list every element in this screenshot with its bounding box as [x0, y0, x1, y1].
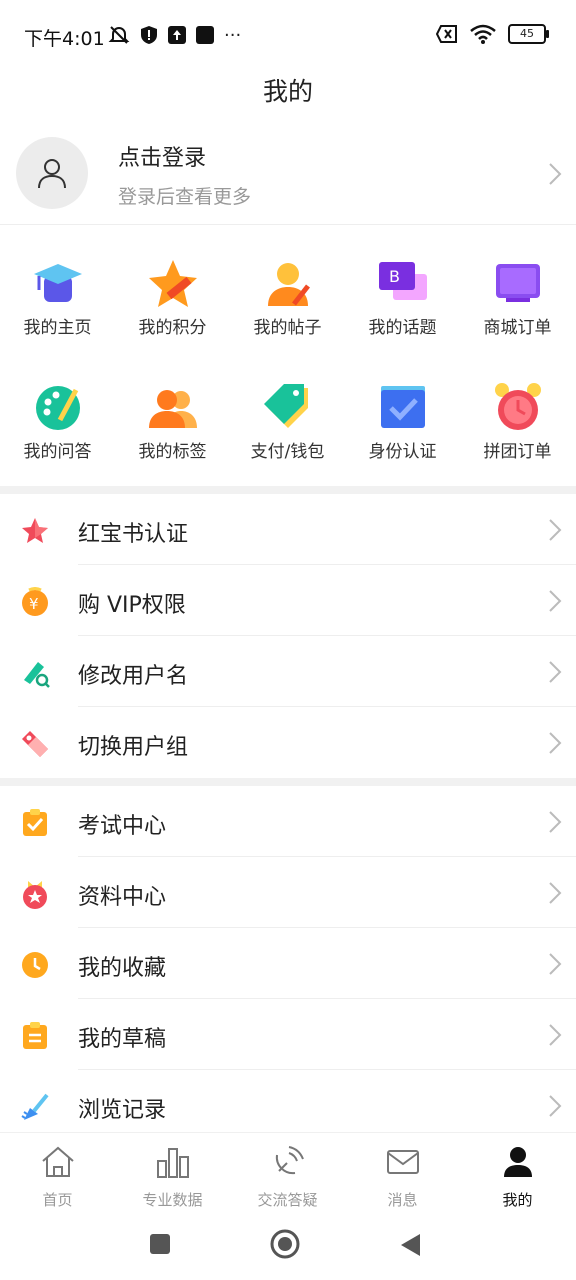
- mail-icon: [386, 1150, 419, 1174]
- chevron-right-icon: [549, 661, 562, 683]
- status-bar: 下午4:01 ··· 45: [0, 0, 576, 70]
- tv-icon: [495, 264, 540, 302]
- chevron-right-icon: [549, 519, 562, 541]
- tag-icon: [22, 731, 48, 757]
- app-square-icon: [196, 26, 214, 44]
- broom-icon: [21, 1093, 49, 1120]
- grid-item-mall-orders[interactable]: 商城订单: [460, 246, 575, 356]
- tab-home[interactable]: 首页: [0, 1143, 115, 1210]
- status-time: 下午4:01: [24, 28, 105, 50]
- list-item-favorites[interactable]: 我的收藏: [0, 928, 576, 999]
- login-subtitle: 登录后查看更多: [118, 186, 252, 208]
- edit-search-icon: [24, 662, 50, 688]
- section-divider: [0, 778, 576, 786]
- shield-icon: [141, 26, 157, 44]
- grid-item-homepage[interactable]: 我的主页: [0, 246, 115, 356]
- chevron-right-icon: [549, 732, 562, 754]
- chevron-right-icon: [549, 1024, 562, 1046]
- alarm-clock-icon: [494, 383, 541, 430]
- list-item-buy-vip[interactable]: ¥ 购 VIP权限: [0, 565, 576, 636]
- grid-item-wallet[interactable]: 支付/钱包: [230, 370, 345, 480]
- person-edit-icon: [267, 263, 310, 306]
- mute-bell-icon: [108, 26, 130, 44]
- user-icon: [38, 159, 66, 189]
- list-item-exam-center[interactable]: 考试中心: [0, 786, 576, 857]
- grid-item-posts[interactable]: 我的帖子: [230, 246, 345, 356]
- grid-item-topics[interactable]: B 我的话题: [345, 246, 460, 356]
- person-icon: [503, 1147, 532, 1177]
- login-title[interactable]: 点击登录: [118, 140, 206, 172]
- home-button[interactable]: [270, 1229, 300, 1259]
- chat-bubbles-icon: B: [378, 262, 427, 300]
- list-item-redbook-cert[interactable]: 红宝书认证: [0, 494, 576, 565]
- sim-x-icon: [436, 25, 457, 43]
- grid-item-group-orders[interactable]: 拼团订单: [460, 370, 575, 480]
- list-item-drafts[interactable]: 我的草稿: [0, 999, 576, 1070]
- grid-item-qa[interactable]: 我的问答: [0, 370, 115, 480]
- system-nav-bar: [0, 1216, 576, 1280]
- tab-mine[interactable]: 我的: [460, 1143, 575, 1210]
- svg-text:B: B: [389, 267, 400, 286]
- palette-icon: [35, 386, 80, 430]
- star-icon: [148, 260, 197, 307]
- settings-list-2: 考试中心 资料中心 我的收藏 我的草稿 浏览记录: [0, 786, 576, 1141]
- checkbox-icon: [380, 386, 425, 428]
- chevron-right-icon: [549, 590, 562, 612]
- section-divider: [0, 486, 576, 494]
- battery-indicator: 45: [508, 24, 549, 44]
- satellite-icon: [275, 1146, 304, 1175]
- list-item-switch-group[interactable]: 切换用户组: [0, 707, 576, 778]
- grid-item-identity[interactable]: 身份认证: [345, 370, 460, 480]
- chevron-right-icon: [549, 1095, 562, 1117]
- chevron-right-icon: [549, 163, 562, 185]
- bar-chart-icon: [156, 1148, 189, 1178]
- wifi-icon: [470, 24, 496, 44]
- yuan-coin-icon: ¥: [22, 587, 48, 616]
- list-item-history[interactable]: 浏览记录: [0, 1070, 576, 1141]
- profile-login-row[interactable]: 点击登录 登录后查看更多: [0, 128, 576, 225]
- red-star-icon: [22, 518, 48, 543]
- bottom-tab-bar: 首页 专业数据 交流答疑 消息 我的: [0, 1132, 576, 1217]
- tab-qa[interactable]: 交流答疑: [230, 1143, 345, 1210]
- page-title: 我的: [262, 77, 313, 106]
- clipboard-check-icon: [23, 809, 47, 836]
- grid-item-tags[interactable]: 我的标签: [115, 370, 230, 480]
- chevron-right-icon: [549, 953, 562, 975]
- chevron-right-icon: [549, 811, 562, 833]
- graduation-cap-icon: [33, 264, 82, 302]
- list-item-material-center[interactable]: 资料中心: [0, 857, 576, 928]
- list-item-change-username[interactable]: 修改用户名: [0, 636, 576, 707]
- avatar[interactable]: [16, 137, 88, 209]
- chevron-right-icon: [549, 882, 562, 904]
- tab-messages[interactable]: 消息: [345, 1143, 460, 1210]
- upload-icon: [168, 26, 186, 44]
- badge-star-icon: [23, 881, 47, 909]
- more-dots: ···: [224, 24, 242, 46]
- clipboard-lines-icon: [23, 1022, 47, 1049]
- settings-list-1: 红宝书认证 ¥ 购 VIP权限 修改用户名 切换用户组: [0, 494, 576, 778]
- feature-grid: 我的主页 我的积分 我的帖子 B 我的话题 商城订单 我的问答 我的标签 支付/…: [0, 246, 576, 486]
- back-button[interactable]: [398, 1232, 422, 1258]
- tab-data[interactable]: 专业数据: [115, 1143, 230, 1210]
- people-icon: [148, 390, 197, 428]
- price-tag-icon: [263, 384, 308, 428]
- home-icon: [41, 1146, 74, 1177]
- svg-text:¥: ¥: [29, 595, 39, 613]
- recents-button[interactable]: [148, 1232, 172, 1256]
- grid-item-points[interactable]: 我的积分: [115, 246, 230, 356]
- clock-icon: [22, 952, 48, 978]
